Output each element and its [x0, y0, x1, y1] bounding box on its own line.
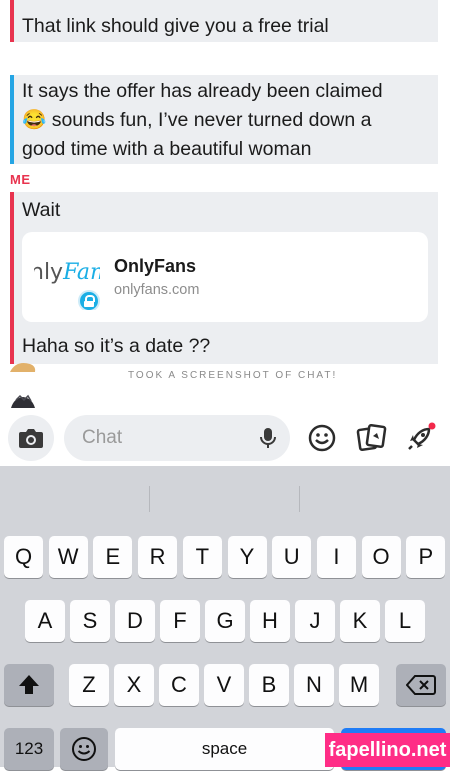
- key-n[interactable]: N: [294, 664, 334, 706]
- chat-input[interactable]: Chat: [64, 415, 290, 461]
- key-p[interactable]: P: [406, 536, 446, 578]
- onscreen-keyboard: QWERTYUIOP ASDFGHJKL ZXCVBNM 123 space: [0, 466, 450, 770]
- key-i[interactable]: I: [316, 536, 356, 578]
- numbers-key[interactable]: 123: [4, 728, 54, 770]
- message-text: That link should give you a free trial: [22, 15, 329, 37]
- key-o[interactable]: O: [361, 536, 401, 578]
- key-k[interactable]: K: [340, 600, 380, 642]
- key-g[interactable]: G: [205, 600, 245, 642]
- key-c[interactable]: C: [159, 664, 199, 706]
- key-d[interactable]: D: [115, 600, 155, 642]
- emoji-key[interactable]: [60, 728, 108, 770]
- message-accent-bar: [10, 75, 14, 164]
- link-url: onlyfans.com: [114, 282, 200, 298]
- emoji-icon: [72, 737, 96, 761]
- link-preview-card[interactable]: nlyFan OnlyFans onlyfans.com: [22, 232, 428, 322]
- message-text: Wait: [22, 199, 61, 221]
- key-m[interactable]: M: [339, 664, 379, 706]
- suggestion-divider: [149, 486, 150, 512]
- screenshot-notice: TOOK A SCREENSHOT OF CHAT!: [128, 370, 338, 381]
- message-accent-bar: [10, 192, 14, 364]
- shift-key[interactable]: [4, 664, 54, 706]
- chat-input-placeholder: Chat: [82, 427, 123, 448]
- bitmoji-avatar-icon: [10, 363, 36, 372]
- message-bubble-friend: It says the offer has already been claim…: [10, 75, 438, 164]
- microphone-icon[interactable]: [258, 427, 278, 449]
- key-e[interactable]: E: [93, 536, 133, 578]
- key-z[interactable]: Z: [69, 664, 109, 706]
- key-y[interactable]: Y: [227, 536, 267, 578]
- key-a[interactable]: A: [25, 600, 65, 642]
- key-v[interactable]: V: [204, 664, 244, 706]
- message-line: 😂 sounds fun, I’ve never turned down a: [22, 109, 372, 131]
- camera-button[interactable]: [8, 415, 54, 461]
- onlyfans-logo: nlyFan: [34, 244, 100, 310]
- chat-composer: Chat: [0, 410, 450, 466]
- key-f[interactable]: F: [160, 600, 200, 642]
- message-accent-bar: [10, 0, 14, 42]
- backspace-icon: [405, 675, 436, 695]
- message-text: Haha so it’s a date ??: [22, 335, 211, 357]
- key-x[interactable]: X: [114, 664, 154, 706]
- chat-thread: That link should give you a free trial I…: [0, 0, 450, 410]
- smiley-icon[interactable]: [304, 420, 340, 456]
- stickers-icon[interactable]: [354, 420, 390, 456]
- message-line: good time with a beautiful woman: [22, 138, 312, 160]
- bitmoji-avatar-icon: [11, 394, 35, 408]
- logo-wordmark: nlyFan: [34, 260, 100, 285]
- key-t[interactable]: T: [182, 536, 222, 578]
- key-b[interactable]: B: [249, 664, 289, 706]
- link-title: OnlyFans: [114, 256, 197, 276]
- message-line: It says the offer has already been claim…: [22, 80, 383, 102]
- suggestion-divider: [299, 486, 300, 512]
- camera-icon: [19, 429, 43, 448]
- key-j[interactable]: J: [295, 600, 335, 642]
- key-h[interactable]: H: [250, 600, 290, 642]
- key-r[interactable]: R: [138, 536, 178, 578]
- shift-arrow-icon: [19, 675, 39, 694]
- space-key[interactable]: space: [115, 728, 334, 770]
- key-s[interactable]: S: [70, 600, 110, 642]
- rocket-icon[interactable]: [402, 420, 438, 456]
- watermark: fapellino.net: [325, 733, 450, 767]
- key-q[interactable]: Q: [4, 536, 43, 578]
- backspace-key[interactable]: [396, 664, 446, 706]
- key-w[interactable]: W: [48, 536, 88, 578]
- key-u[interactable]: U: [272, 536, 312, 578]
- key-l[interactable]: L: [385, 600, 425, 642]
- lock-icon: [78, 290, 100, 310]
- sender-label-me: ME: [10, 172, 31, 187]
- message-bubble-friend: That link should give you a free trial: [10, 0, 438, 42]
